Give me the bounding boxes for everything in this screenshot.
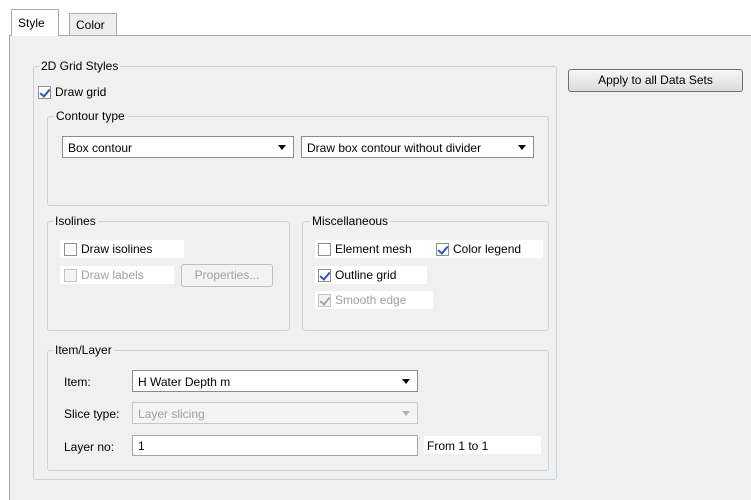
apply-to-all-button[interactable]: Apply to all Data Sets bbox=[568, 69, 743, 92]
contour-divider-value: Draw box contour without divider bbox=[307, 141, 482, 155]
contour-type-select[interactable]: Box contour bbox=[62, 136, 294, 158]
chevron-down-icon bbox=[402, 411, 410, 416]
item-select[interactable]: H Water Depth m bbox=[132, 370, 418, 392]
draw-grid-label: Draw grid bbox=[55, 85, 107, 99]
item-label: Item: bbox=[64, 375, 91, 389]
element-mesh-checkbox[interactable]: Element mesh bbox=[318, 241, 412, 257]
layer-no-value: 1 bbox=[138, 439, 145, 453]
properties-button-label: Properties... bbox=[194, 268, 260, 282]
apply-to-all-label: Apply to all Data Sets bbox=[598, 73, 713, 87]
tab-color[interactable]: Color bbox=[69, 13, 117, 35]
contour-type-value: Box contour bbox=[68, 141, 133, 155]
chevron-down-icon bbox=[278, 145, 286, 150]
layer-range-text: From 1 to 1 bbox=[427, 439, 489, 453]
color-legend-check-icon bbox=[436, 242, 449, 256]
contour-type-group bbox=[47, 116, 549, 206]
layer-no-label: Layer no: bbox=[64, 440, 115, 454]
contour-type-title: Contour type bbox=[54, 109, 127, 123]
item-value: H Water Depth m bbox=[138, 375, 231, 389]
draw-labels-checkbox[interactable]: Draw labels bbox=[64, 267, 144, 283]
layer-no-input[interactable]: 1 bbox=[132, 435, 418, 456]
color-legend-label: Color legend bbox=[453, 242, 522, 256]
grid-styles-title: 2D Grid Styles bbox=[39, 59, 121, 73]
chevron-down-icon bbox=[402, 379, 410, 384]
slice-type-label: Slice type: bbox=[64, 407, 120, 421]
smooth-edge-check-icon bbox=[318, 293, 331, 307]
smooth-edge-label: Smooth edge bbox=[335, 293, 407, 307]
tab-color-label: Color bbox=[76, 18, 105, 32]
draw-grid-checkbox[interactable]: Draw grid bbox=[38, 84, 106, 100]
properties-button[interactable]: Properties... bbox=[181, 264, 273, 287]
draw-isolines-check-icon bbox=[64, 242, 77, 256]
draw-labels-check-icon bbox=[64, 268, 77, 282]
outline-grid-check-icon bbox=[318, 268, 331, 282]
isolines-title: Isolines bbox=[53, 214, 98, 228]
smooth-edge-checkbox[interactable]: Smooth edge bbox=[318, 292, 406, 308]
miscellaneous-title: Miscellaneous bbox=[310, 214, 391, 228]
draw-isolines-checkbox[interactable]: Draw isolines bbox=[64, 241, 152, 257]
draw-grid-check-icon bbox=[38, 85, 51, 99]
element-mesh-check-icon bbox=[318, 242, 331, 256]
draw-isolines-label: Draw isolines bbox=[81, 242, 153, 256]
contour-divider-select[interactable]: Draw box contour without divider bbox=[301, 136, 534, 158]
tab-style-label: Style bbox=[18, 16, 45, 30]
tab-style[interactable]: Style bbox=[11, 9, 59, 36]
item-layer-title: Item/Layer bbox=[53, 343, 114, 357]
draw-labels-label: Draw labels bbox=[81, 268, 144, 282]
color-legend-checkbox[interactable]: Color legend bbox=[436, 241, 521, 257]
slice-type-value: Layer slicing bbox=[138, 407, 205, 421]
outline-grid-checkbox[interactable]: Outline grid bbox=[318, 267, 396, 283]
element-mesh-label: Element mesh bbox=[335, 242, 412, 256]
outline-grid-label: Outline grid bbox=[335, 268, 397, 282]
chevron-down-icon bbox=[518, 145, 526, 150]
slice-type-select[interactable]: Layer slicing bbox=[132, 402, 418, 424]
